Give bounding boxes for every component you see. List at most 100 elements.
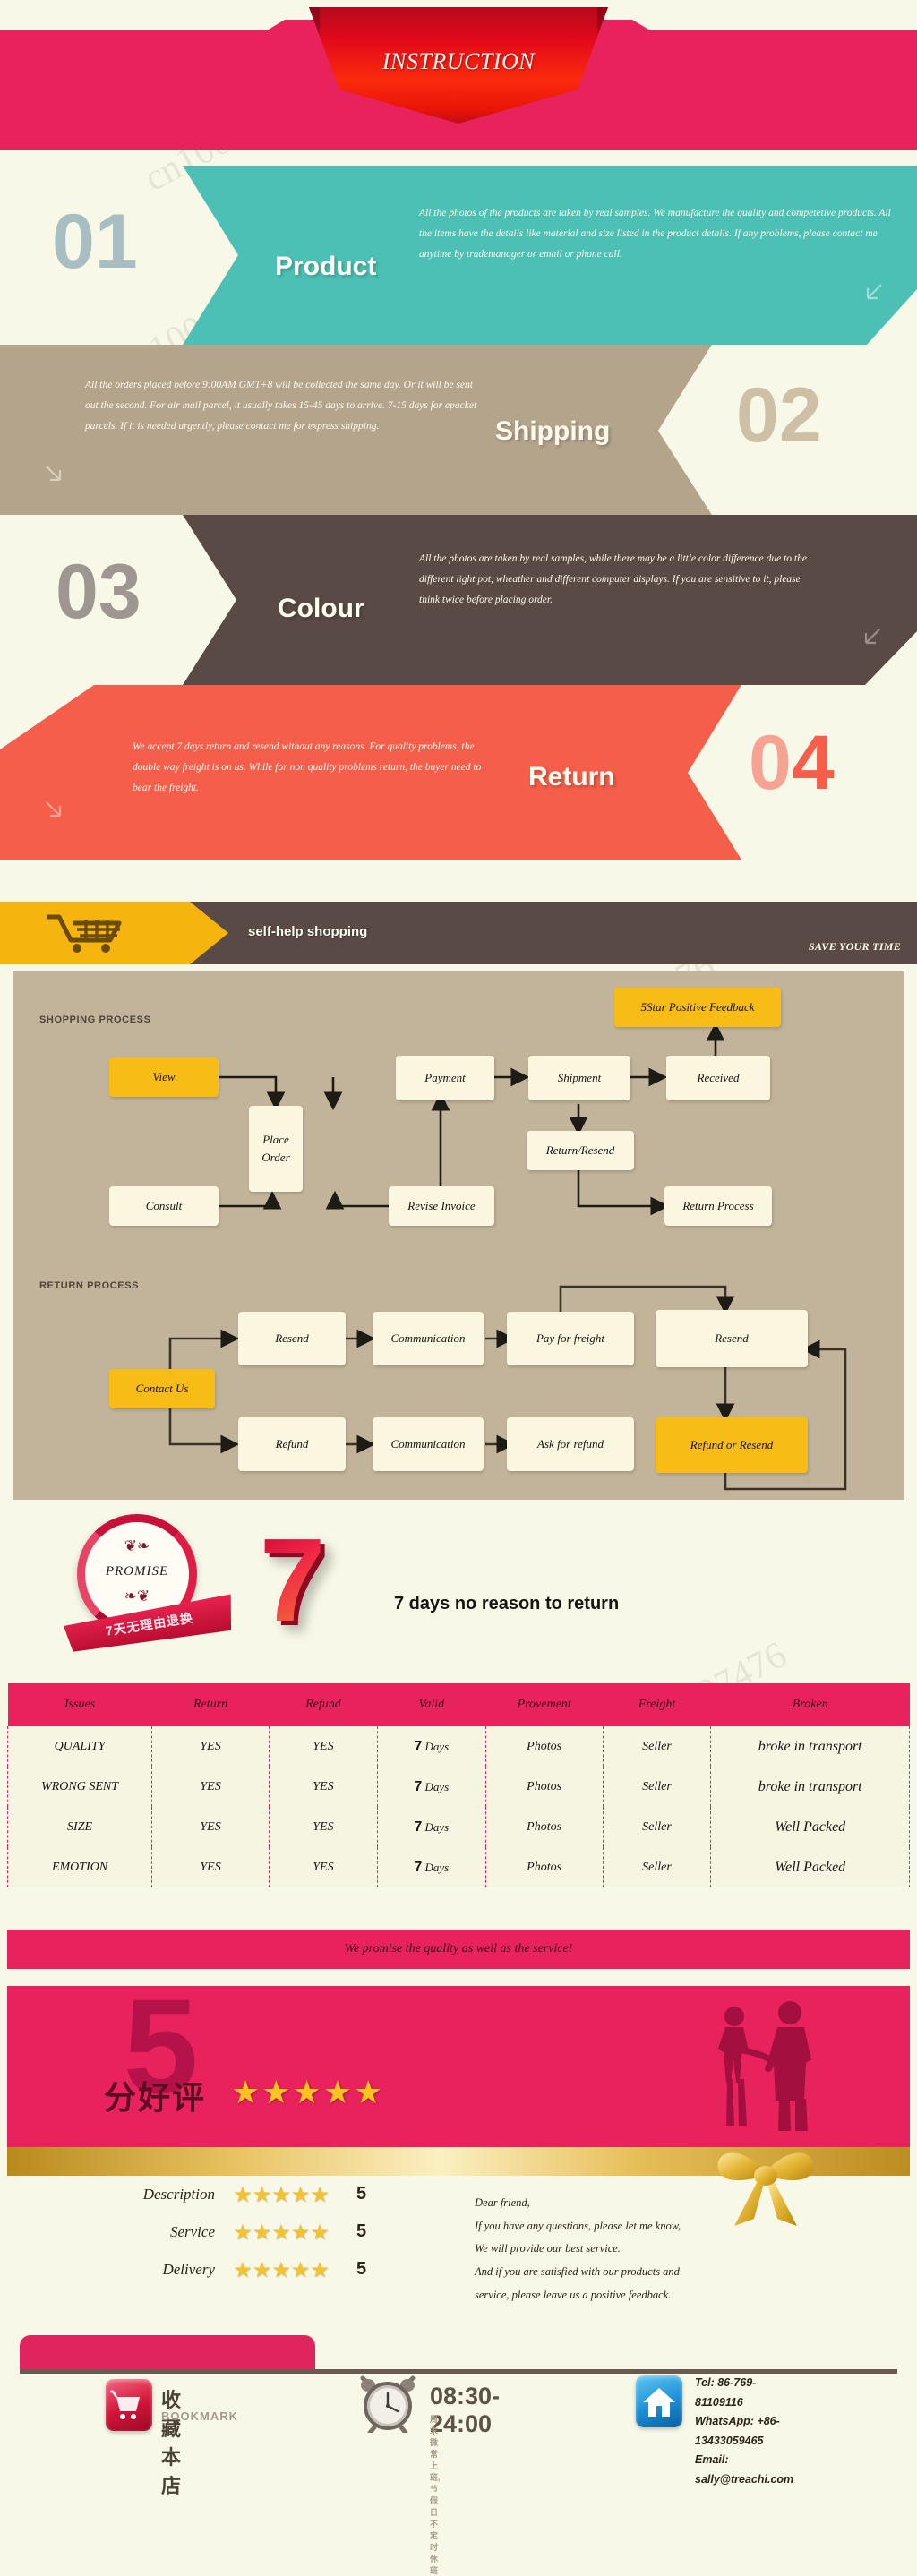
section-product: 01 Product All the photos of the product… (0, 166, 917, 349)
promise-row: ❦❧ PROMISE ❧❦ 7天无理由退换 7 7 days no reason… (0, 1509, 917, 1674)
table-header-row: Issues Return Refund Valid Provement Fre… (7, 1683, 910, 1726)
letter-line-4: And if you are satisfied with our produc… (475, 2264, 680, 2278)
cell-refund: YES (269, 1807, 378, 1847)
cell-valid: 7 Days (376, 1726, 486, 1767)
flow-node-contact-us[interactable]: Contact Us (109, 1369, 215, 1408)
table-row: SIZE YES YES 7 Days Photos Seller Well P… (6, 1807, 910, 1847)
policy-table: Issues Return Refund Valid Provement Fre… (6, 1683, 910, 1887)
section-return: 04 Return We accept 7 days return and re… (0, 685, 917, 864)
cell-issue: EMOTION (6, 1847, 153, 1887)
five-stars-icon: ★★★★★ (231, 2074, 385, 2110)
step-body-colour: All the photos are taken by real samples… (419, 553, 807, 605)
cell-return: YES (151, 1726, 270, 1767)
telephone-number: Tel: 86-769-81109116 (695, 2376, 757, 2409)
rating-row-delivery: Delivery ★★★★★ 5 (54, 2257, 412, 2291)
section-colour: 03 Colour All the photos are taken by re… (0, 515, 917, 689)
step-number-03: 03 (56, 549, 141, 635)
rating-label: Service (169, 2223, 215, 2240)
flow-node-refund-or-resend[interactable]: Refund or Resend (656, 1417, 808, 1473)
cell-provement: Photos (484, 1847, 604, 1887)
col-valid: Valid (377, 1683, 486, 1726)
promise-quality-bar: We promise the quality as well as the se… (7, 1930, 910, 1969)
cell-freight: Seller (602, 1767, 712, 1807)
step-title-shipping: Shipping (495, 416, 611, 446)
step-title-colour: Colour (278, 594, 364, 623)
arrow-down-left-icon (861, 282, 885, 305)
col-broken: Broken (710, 1683, 910, 1726)
seven-days-text: 7 days no reason to return (394, 1594, 620, 1613)
bookmark-cart-icon (106, 2379, 152, 2431)
bookmark-label-en: BOOKMARK (161, 2409, 238, 2423)
flow-node-payment[interactable]: Payment (396, 1056, 494, 1100)
alarm-clock-icon (358, 2375, 417, 2435)
shopping-cart-icon (43, 912, 133, 954)
infographic-page: cn1000997476 cn1000997476 cn1000997476 c… (0, 0, 917, 2575)
page-title: INSTRUCTION (381, 48, 536, 74)
flow-node-return-resend[interactable]: Return/Resend (527, 1131, 634, 1170)
business-hours-note: 周末微常上班,节假日不定时休班 (430, 2415, 441, 2575)
rating-value: 5 (356, 2259, 367, 2279)
col-refund: Refund (269, 1683, 378, 1726)
flow-node-five-star-feedback[interactable]: 5Star Positive Feedback (614, 988, 781, 1027)
flow-node-resend-top[interactable]: Resend (238, 1312, 346, 1365)
rating-stars-icon: ★★★★★ (233, 2258, 330, 2282)
rating-cn-label: 分好评 (104, 2079, 207, 2116)
shopping-process-heading: SHOPPING PROCESS (39, 1014, 151, 1025)
arrow-down-right-icon (43, 464, 66, 487)
cell-freight: Seller (602, 1847, 712, 1887)
flow-node-revise-invoice[interactable]: Revise Invoice (389, 1186, 494, 1226)
rating-label: Delivery (162, 2261, 215, 2278)
flow-node-pay-for-freight[interactable]: Pay for freight (507, 1312, 634, 1365)
flow-node-resend-right[interactable]: Resend (656, 1310, 808, 1367)
flow-node-view[interactable]: View (109, 1057, 219, 1097)
flow-node-ask-for-refund[interactable]: Ask for refund (507, 1417, 634, 1471)
step-number-01: 01 (52, 199, 138, 285)
step-title-product: Product (275, 252, 377, 281)
cell-provement: Photos (484, 1767, 604, 1807)
footer-contact-row: 收藏本店 BOOKMARK 08:30-24:00 周末微常上班,节假日不定时休… (0, 2375, 917, 2575)
email-address: Email: sally@treachi.com (695, 2453, 794, 2486)
flow-node-place-order[interactable]: Place Order (249, 1106, 303, 1192)
cell-freight: Seller (602, 1807, 712, 1847)
gold-ribbon-bow-icon (707, 2142, 824, 2231)
cell-refund: YES (269, 1847, 378, 1887)
flow-node-shipment[interactable]: Shipment (528, 1056, 630, 1100)
rating-value: 5 (356, 2184, 367, 2204)
flourish-bottom-icon: ❧❦ (124, 1588, 150, 1605)
table-row: WRONG SENT YES YES 7 Days Photos Seller … (6, 1767, 910, 1807)
flow-node-return-process[interactable]: Return Process (664, 1186, 772, 1226)
cell-broken: Well Packed (710, 1847, 910, 1887)
footer-tab (20, 2335, 315, 2373)
col-provement: Provement (485, 1683, 604, 1726)
flow-node-consult[interactable]: Consult (109, 1186, 219, 1226)
flowchart-panel: SHOPPING PROCESS RETURN PROCESS View Pla… (13, 971, 904, 1500)
cell-return: YES (151, 1847, 270, 1887)
step-number-02: 02 (736, 372, 822, 458)
cell-return: YES (151, 1807, 270, 1847)
flow-node-refund[interactable]: Refund (238, 1417, 346, 1471)
col-issues: Issues (7, 1683, 152, 1726)
rating-row-service: Service ★★★★★ 5 (54, 2220, 412, 2254)
cell-broken: Well Packed (710, 1807, 910, 1847)
col-return: Return (151, 1683, 270, 1726)
flow-node-communication-top[interactable]: Communication (373, 1312, 484, 1365)
promise-seal: ❦❧ PROMISE ❧❦ 7天无理由退换 (70, 1514, 204, 1648)
cell-refund: YES (269, 1726, 378, 1767)
cell-issue: SIZE (6, 1807, 153, 1847)
cell-broken: broke in transport (710, 1726, 910, 1767)
flow-node-received[interactable]: Received (666, 1056, 770, 1100)
cell-issue: QUALITY (6, 1726, 153, 1767)
cell-freight: Seller (602, 1726, 712, 1767)
bookmark-label-cn: 收藏本店 (161, 2389, 182, 2497)
flow-node-communication-bottom[interactable]: Communication (373, 1417, 484, 1471)
contact-details: Tel: 86-769-81109116 WhatsApp: +86-13433… (695, 2374, 793, 2489)
cell-valid: 7 Days (376, 1807, 486, 1847)
shopping-bar-label: self-help shopping (248, 924, 368, 939)
step-number-04: 04 (749, 720, 835, 806)
rating-stars-icon: ★★★★★ (233, 2183, 330, 2207)
save-your-time-text: SAVE YOUR TIME (808, 940, 901, 953)
five-star-block: 5 分好评 ★★★★★ (7, 1986, 910, 2147)
table-row: EMOTION YES YES 7 Days Photos Seller Wel… (6, 1847, 910, 1887)
rating-row-description: Description ★★★★★ 5 (54, 2182, 412, 2216)
step-title-return: Return (528, 762, 615, 792)
